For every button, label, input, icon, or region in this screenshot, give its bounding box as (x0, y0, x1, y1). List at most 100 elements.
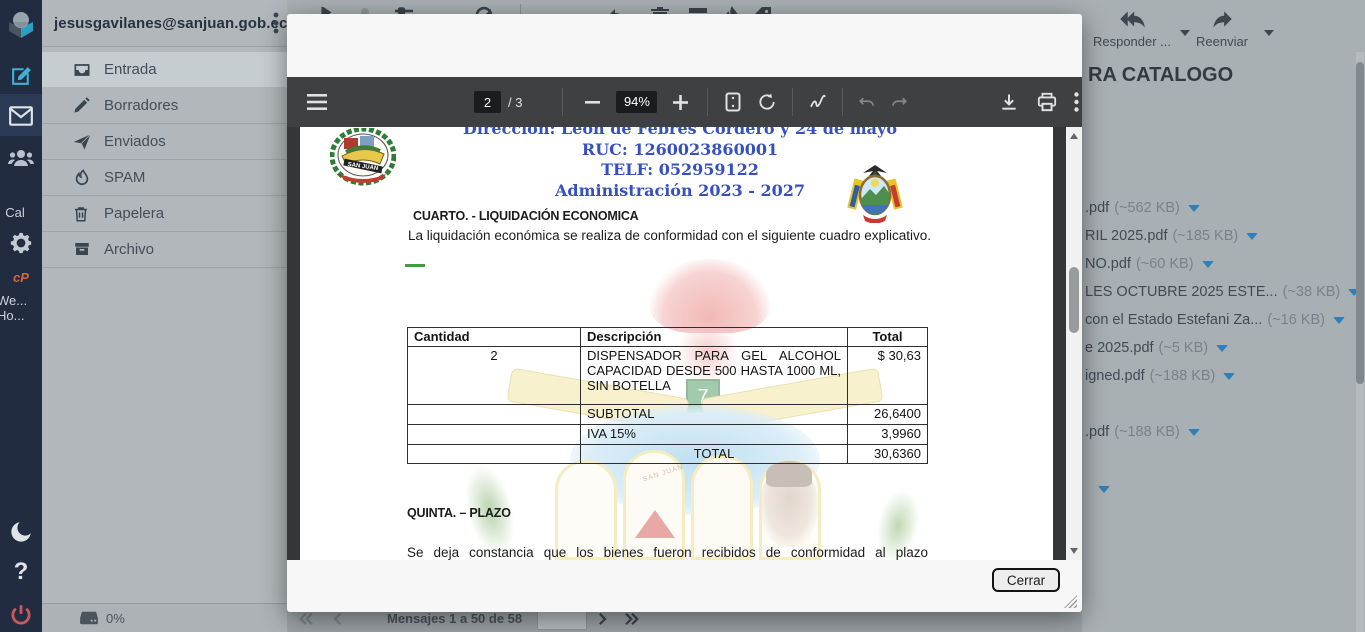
attachment-item[interactable]: LES OCTUBRE 2025 ESTE... (~38 KB) (1085, 282, 1360, 302)
quota-percent: 0% (106, 611, 125, 626)
table-header-cantidad: Cantidad (408, 328, 581, 347)
close-dialog-button[interactable]: Cerrar (992, 568, 1060, 592)
contacts-nav-icon[interactable] (0, 144, 42, 172)
table-header-total: Total (848, 328, 928, 347)
redo-icon[interactable] (889, 93, 909, 111)
pdf-toolbar-divider (707, 88, 708, 116)
scroll-down-icon[interactable] (1070, 548, 1078, 554)
mail-nav-icon[interactable] (0, 103, 42, 129)
table-cell-qty: 2 (408, 347, 581, 405)
app-rail: Cal cP We... Ho... ? (0, 0, 42, 632)
trash-icon (72, 204, 92, 224)
table-cell-total-label: TOTAL (581, 445, 848, 464)
doc-telf-line: TELF: 052959122 (440, 160, 920, 181)
attachment-item[interactable]: RIL 2025.pdf (~185 KB) (1085, 226, 1258, 246)
pdf-page-input[interactable] (474, 91, 501, 113)
pdf-zoom-level[interactable]: 94% (616, 91, 657, 113)
dark-mode-moon-icon[interactable] (0, 518, 42, 546)
table-cell-empty (408, 425, 581, 445)
attachment-item[interactable]: .pdf (~188 KB) (1085, 422, 1200, 442)
reenviar-caret-icon[interactable] (1264, 30, 1274, 36)
scrollbar-thumb[interactable] (1356, 62, 1364, 384)
attachment-item[interactable] (1085, 479, 1110, 499)
folder-sidebar: jesusgavilanes@sanjuan.gob.ec Entrada Bo… (42, 0, 287, 632)
sidebar-item-papelera[interactable]: Papelera (42, 196, 287, 232)
sidebar-item-borradores[interactable]: Borradores (42, 88, 287, 124)
webmail-app: Responder ... Reenviar RA CATALOGO .pdf … (0, 0, 1365, 632)
download-icon[interactable] (999, 92, 1019, 112)
account-menu-dots-icon[interactable] (273, 12, 279, 34)
attachment-item[interactable]: e 2025.pdf (~5 KB) (1085, 338, 1228, 358)
doc-admin-line: Administración 2023 - 2027 (440, 181, 920, 202)
compose-button[interactable] (0, 62, 42, 88)
attachment-menu-caret-icon[interactable] (1246, 233, 1258, 240)
table-cell-desc: DISPENSADOR PARA GEL ALCOHOL CAPACIDAD D… (581, 347, 848, 405)
zoom-out-icon[interactable] (585, 101, 600, 104)
attachment-item[interactable]: igned.pdf (~188 KB) (1085, 366, 1235, 386)
attachment-menu-caret-icon[interactable] (1188, 205, 1200, 212)
annotate-pen-icon[interactable] (808, 92, 828, 112)
dialog-resize-handle[interactable] (1064, 595, 1077, 608)
table-header-descripcion: Descripción (581, 328, 848, 347)
webmail-home-label-line1[interactable]: We... (0, 293, 34, 308)
undo-icon[interactable] (857, 93, 877, 111)
table-cell-empty (408, 445, 581, 464)
inbox-icon (72, 60, 92, 80)
logout-power-icon[interactable] (0, 601, 42, 629)
pdf-document-page: 7 SAN JUAN (300, 127, 1053, 560)
sanjuan-seal-image: SAN JUAN (330, 128, 396, 186)
calendar-nav-label[interactable]: Cal (0, 204, 36, 220)
sidebar-item-spam[interactable]: SPAM (42, 160, 287, 196)
attachment-preview-dialog: / 3 94% (287, 14, 1082, 612)
rotate-icon[interactable] (757, 92, 777, 112)
doc-address-line: Direccion: Leon de Febres Cordero y 24 d… (440, 127, 920, 140)
zoom-in-icon[interactable] (673, 95, 688, 110)
settings-gear-icon[interactable] (0, 229, 42, 257)
doc-section4-body: La liquidación económica se realiza de c… (408, 228, 931, 243)
pdf-toolbar-divider (842, 88, 843, 116)
attachment-item[interactable]: .pdf (~562 KB) (1085, 198, 1200, 218)
sidebar-item-entrada[interactable]: Entrada (42, 52, 287, 88)
reenviar-button[interactable]: Reenviar (1182, 6, 1262, 49)
pdf-scrollbar[interactable] (1066, 127, 1082, 560)
sidebar-item-enviados[interactable]: Enviados (42, 124, 287, 160)
scroll-up-icon[interactable] (1070, 133, 1078, 139)
fire-icon (72, 168, 92, 188)
webmail-home-label-line2[interactable]: Ho... (0, 308, 34, 323)
quota-indicator: 0% (42, 603, 287, 632)
pdf-toolbar-divider (562, 88, 563, 116)
pdf-scrollbar-thumb[interactable] (1069, 267, 1079, 333)
attachment-menu-caret-icon[interactable] (1098, 486, 1110, 493)
fit-page-icon[interactable] (725, 92, 741, 112)
table-cell-empty (408, 405, 581, 425)
forward-icon (1208, 6, 1236, 32)
reenviar-label: Reenviar (1182, 34, 1262, 49)
pagination-label: Mensajes 1 a 50 de 58 (387, 611, 522, 626)
attachment-menu-caret-icon[interactable] (1202, 261, 1214, 268)
watermark-text: SAN JUAN (642, 463, 685, 485)
table-cell-iva-value: 3,9960 (848, 425, 928, 445)
print-icon[interactable] (1036, 92, 1058, 112)
message-panel-scrollbar[interactable] (1356, 52, 1364, 632)
attachment-menu-caret-icon[interactable] (1188, 429, 1200, 436)
attachment-item[interactable]: NO.pdf (~60 KB) (1085, 254, 1214, 274)
pdf-menu-icon[interactable] (307, 94, 327, 110)
responder-button[interactable]: Responder ... (1082, 6, 1182, 49)
attachment-item[interactable]: con el Estado Estefani Za... (~16 KB) (1085, 310, 1345, 330)
table-cell-subtotal-label: SUBTOTAL (581, 405, 848, 425)
doc-ruc-line: RUC: 1260023860001 (440, 140, 920, 161)
roundcube-logo[interactable] (0, 6, 42, 42)
pdf-page-total: / 3 (508, 95, 522, 110)
cpanel-nav-label[interactable]: cP (0, 268, 42, 286)
attachment-menu-caret-icon[interactable] (1216, 345, 1228, 352)
pencil-icon (72, 96, 92, 116)
attachment-menu-caret-icon[interactable] (1333, 317, 1345, 324)
doc-letterhead: Direccion: Leon de Febres Cordero y 24 d… (440, 127, 920, 201)
pdf-more-options-icon[interactable] (1074, 92, 1079, 112)
sidebar-item-archivo[interactable]: Archivo (42, 232, 287, 268)
message-subject: RA CATALOGO (1088, 64, 1233, 87)
pdf-toolbar-divider (792, 88, 793, 116)
responder-label: Responder ... (1082, 34, 1182, 49)
attachment-menu-caret-icon[interactable] (1223, 373, 1235, 380)
help-icon[interactable]: ? (0, 558, 42, 586)
